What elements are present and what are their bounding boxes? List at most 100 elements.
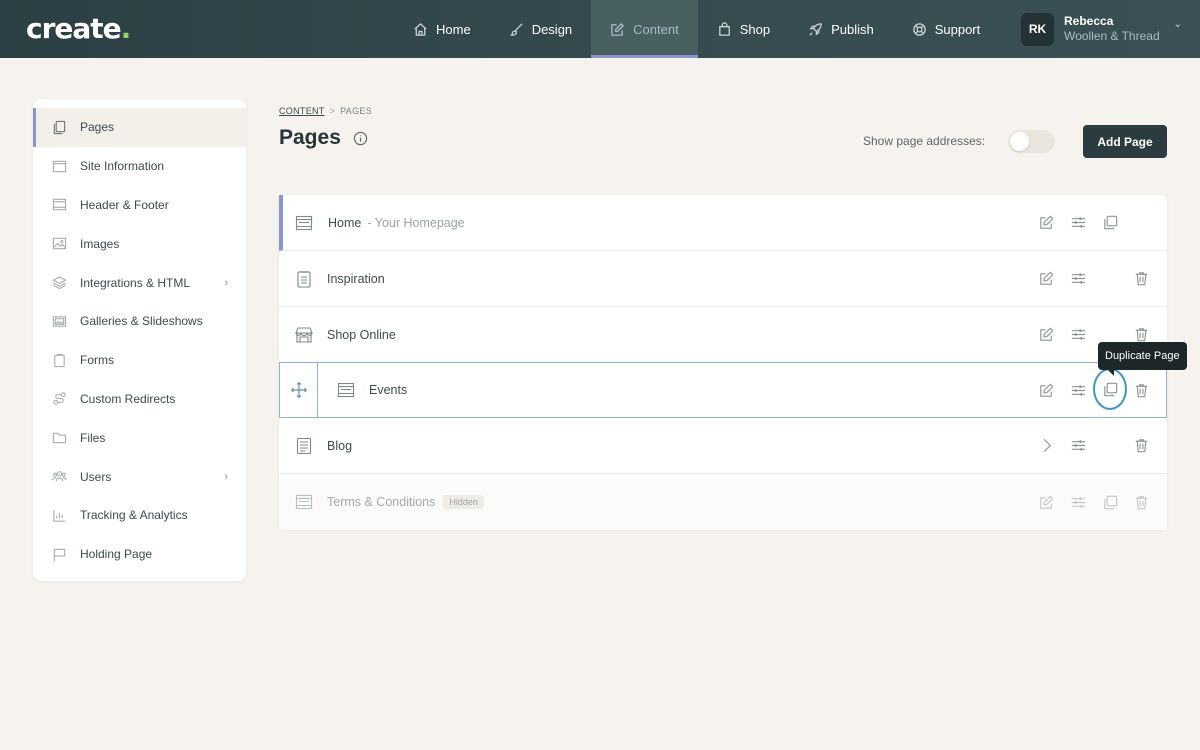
user-name: Rebecca [1064,14,1114,28]
sidebar-item-tracking-analytics[interactable]: Tracking & Analytics [33,496,246,535]
page-row-inspiration[interactable]: Inspiration [279,251,1167,307]
breadcrumb-current: PAGES [340,106,373,116]
page-name: Blog [327,438,353,453]
delete-page-icon[interactable] [1132,493,1150,511]
page-name: Shop Online [327,327,396,342]
sidebar-item-galleries-slideshows[interactable]: Galleries & Slideshows [33,302,246,341]
page-subtitle: - Your Homepage [367,215,465,230]
create-logo[interactable]: create. [26,12,131,45]
duplicate-page-icon[interactable] [1101,214,1119,232]
sidebar-item-label: Pages [80,120,115,135]
page-row-shop-online[interactable]: Shop Online [279,307,1167,363]
user-menu[interactable]: RK Rebecca Woollen & Thread ⌄ [1021,12,1182,46]
chevron-down-icon[interactable]: ⌄ [1174,19,1182,30]
delete-page-icon[interactable] [1132,437,1150,455]
edit-page-icon[interactable] [1037,214,1055,232]
nav-label: Support [934,21,981,37]
sidebar-item-images[interactable]: Images [33,224,246,263]
nav-item-shop[interactable]: Shop [698,0,789,58]
user-info: Rebecca Woollen & Thread [1064,14,1160,44]
page-settings-sliders-icon[interactable] [1069,437,1087,455]
page-name: Events [369,383,408,397]
page-title-cell: Terms & Conditions Hidden [327,495,484,509]
page-settings-sliders-icon[interactable] [1069,381,1087,399]
page-settings-sliders-icon[interactable] [1069,214,1087,232]
page-row-home[interactable]: Home - Your Homepage [279,195,1167,251]
blog-icon [294,436,314,456]
info-icon[interactable] [353,131,368,146]
nav-item-design[interactable]: Design [490,0,591,58]
sidebar-item-site-information[interactable]: Site Information [33,147,246,186]
edit-page-icon[interactable] [1037,493,1055,511]
page-row-blog[interactable]: Blog [279,418,1167,474]
sidebar-item-pages[interactable]: Pages [33,108,246,147]
gallery-icon [52,316,67,327]
clipboard-icon [54,353,65,367]
chevron-right-icon: › [224,470,228,483]
folder-icon [52,432,67,444]
top-navigation-bar: create. Home Design Content Shop Publish… [0,0,1200,58]
page-name: Terms & Conditions [327,495,436,509]
edit-page-icon[interactable] [1037,381,1055,399]
edit-icon [611,22,625,36]
window-icon [52,160,67,172]
nav-item-content[interactable]: Content [591,0,698,58]
chevron-right-icon[interactable] [1037,437,1055,455]
main-nav: Home Design Content Shop Publish Support [394,0,999,58]
nav-item-publish[interactable]: Publish [789,0,893,58]
page-title: Pages [279,126,341,149]
page-layout-icon [294,213,314,233]
page-settings-sliders-icon[interactable] [1069,326,1087,344]
breadcrumb-link-content[interactable]: CONTENT [279,106,325,116]
sidebar-item-label: Site Information [80,159,165,174]
chart-icon [53,509,66,522]
sidebar-item-forms[interactable]: Forms [33,341,246,380]
drag-handle[interactable] [280,363,318,417]
add-page-button[interactable]: Add Page [1083,125,1167,158]
edit-page-icon[interactable] [1037,326,1055,344]
redirect-icon [53,392,66,406]
sidebar-item-header-footer[interactable]: Header & Footer [33,186,246,225]
delete-page-icon[interactable] [1132,326,1150,344]
duplicate-page-icon[interactable] [1101,493,1119,511]
lifebuoy-icon [912,22,926,36]
home-icon [414,22,427,36]
sidebar-item-files[interactable]: Files [33,418,246,457]
pages-list: Home - Your Homepage Inspiration Shop Onl… [279,195,1167,530]
pages-icon [53,120,66,135]
page-settings-sliders-icon[interactable] [1069,493,1087,511]
edit-page-icon[interactable] [1037,270,1055,288]
chevron-right-icon: › [224,276,228,289]
delete-page-icon[interactable] [1132,270,1150,288]
hidden-badge: Hidden [443,495,484,509]
duplicate-page-tooltip: Duplicate Page [1098,342,1187,376]
sidebar-item-label: Integrations & HTML [80,275,191,290]
page-layout-icon [294,492,314,512]
sidebar-item-label: Tracking & Analytics [80,508,188,523]
breadcrumb-separator: > [329,106,336,116]
header-footer-icon [52,199,67,211]
nav-label: Publish [831,21,874,37]
bag-icon [718,21,730,36]
delete-page-icon[interactable] [1132,381,1150,399]
flag-icon [53,548,66,561]
sidebar-item-custom-redirects[interactable]: Custom Redirects [33,380,246,419]
show-page-addresses-label: Show page addresses: [863,134,986,148]
brush-icon [510,22,523,36]
sidebar-item-label: Forms [80,353,114,368]
show-page-addresses-toggle[interactable] [1008,130,1055,153]
page-row-events[interactable]: Events [279,362,1167,418]
avatar: RK [1021,12,1054,46]
image-icon [52,238,67,250]
sidebar-item-label: Galleries & Slideshows [80,314,203,329]
nav-label: Home [436,21,471,37]
toggle-knob [1010,132,1029,151]
nav-item-support[interactable]: Support [893,0,1000,58]
sidebar-item-integrations-html[interactable]: Integrations & HTML › [33,263,246,302]
page-row-terms-conditions[interactable]: Terms & Conditions Hidden [279,474,1167,530]
rocket-icon [809,22,822,36]
sidebar-item-users[interactable]: Users › [33,457,246,496]
page-settings-sliders-icon[interactable] [1069,270,1087,288]
nav-item-home[interactable]: Home [394,0,490,58]
sidebar-item-holding-page[interactable]: Holding Page [33,535,246,574]
